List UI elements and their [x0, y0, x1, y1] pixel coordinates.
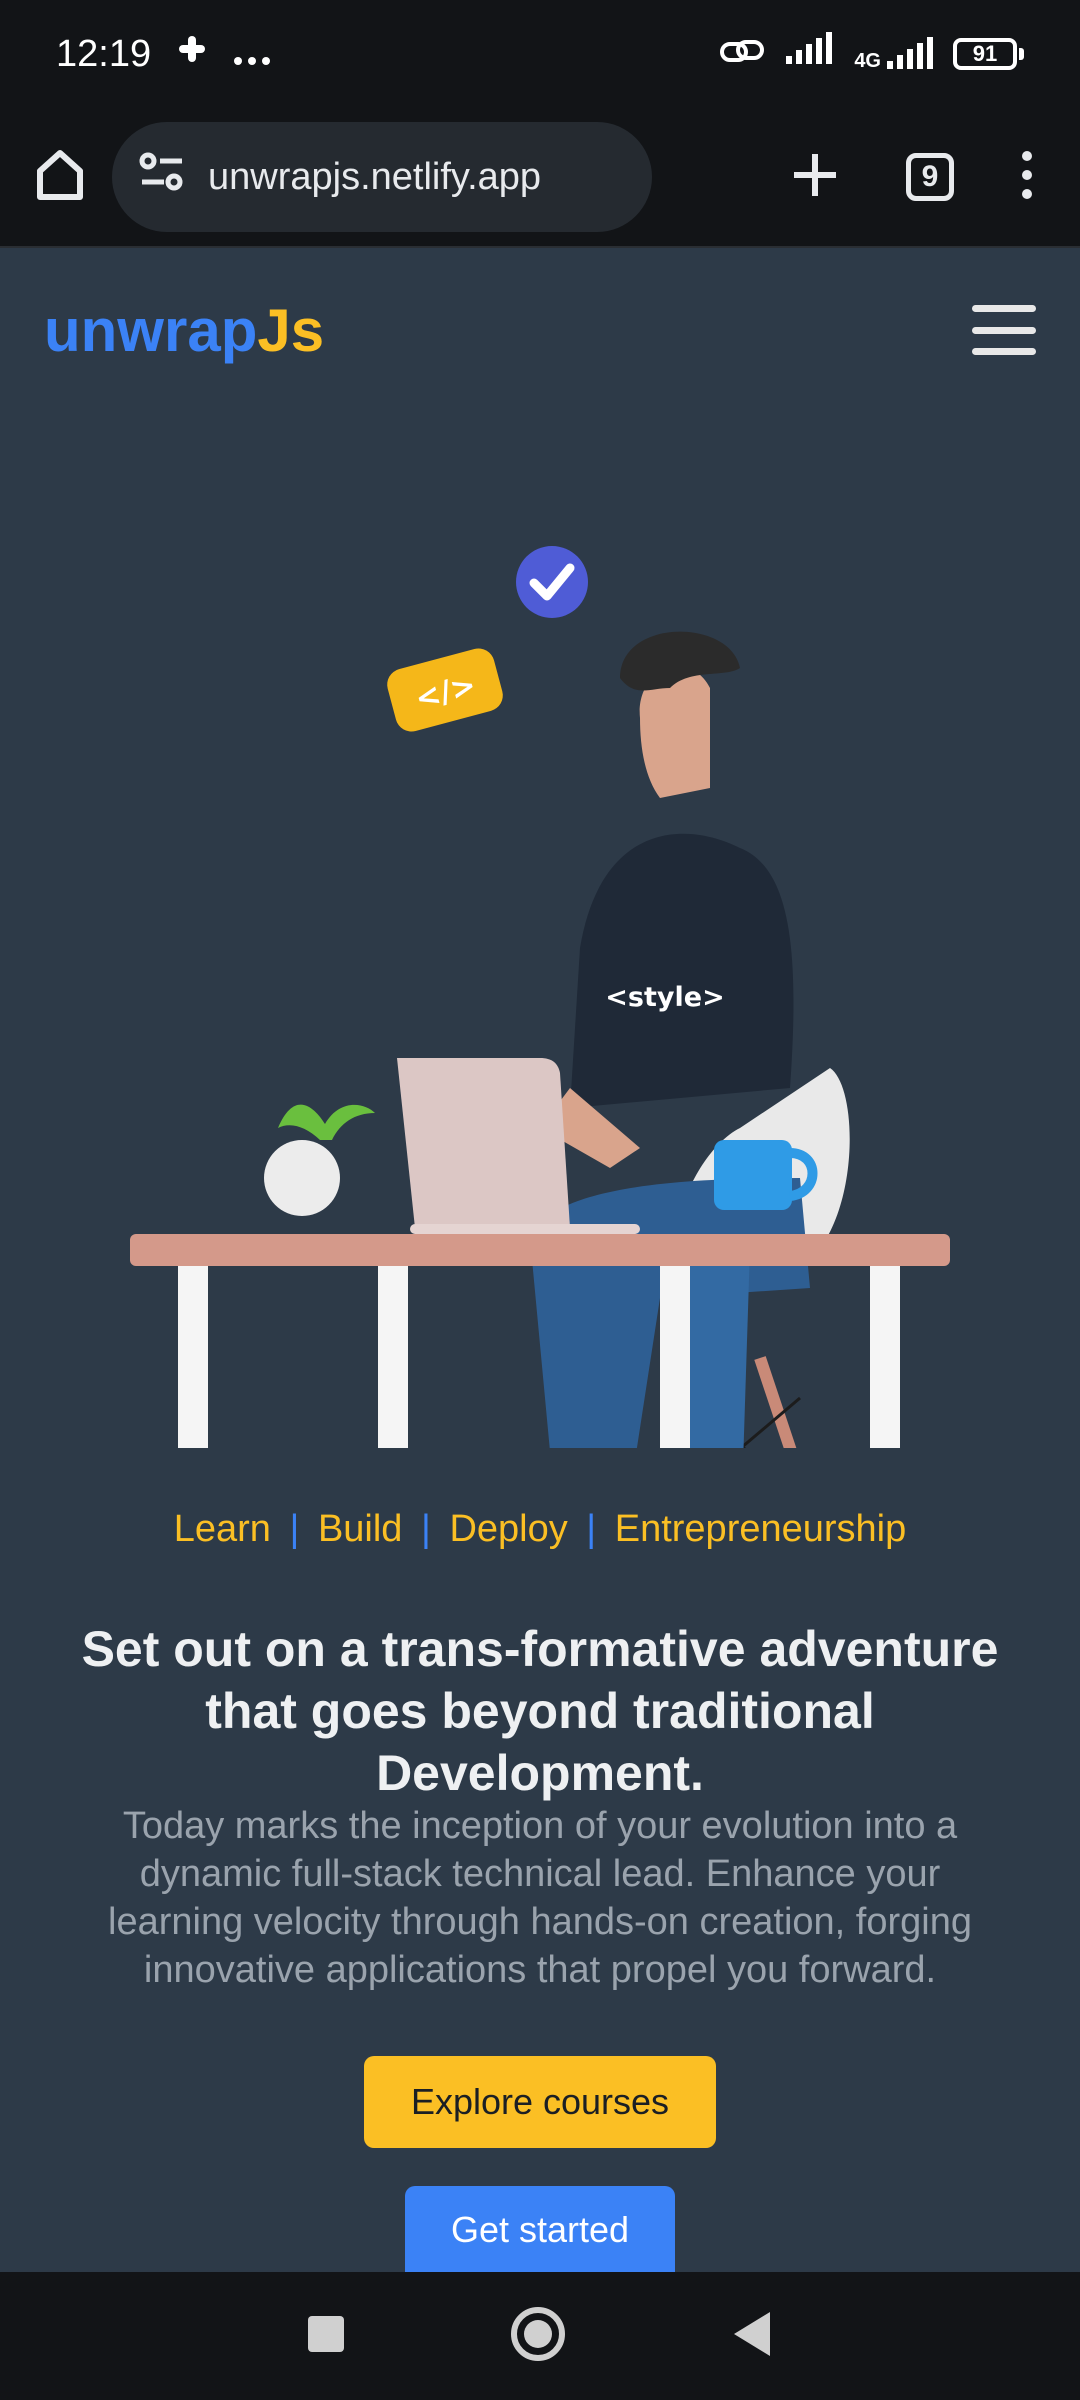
get-started-button[interactable]: Get started [405, 2186, 675, 2272]
address-bar[interactable]: unwrapjs.netlify.app [112, 122, 652, 232]
signal-icon [784, 32, 834, 76]
tag-separator: | [586, 1508, 597, 1550]
tag-build: Build [317, 1508, 403, 1550]
hero-description: Today marks the inception of your evolut… [108, 1805, 972, 1991]
explore-courses-button[interactable]: Explore courses [364, 2056, 716, 2148]
tag-separator: | [289, 1508, 300, 1550]
status-time: 12:19 [56, 32, 152, 75]
home-icon[interactable] [28, 143, 92, 212]
battery-level: 91 [972, 41, 998, 66]
tag-deploy: Deploy [449, 1508, 568, 1550]
home-button-icon[interactable] [510, 2306, 566, 2367]
url-text[interactable]: unwrapjs.netlify.app [208, 156, 541, 199]
network-type: 4G [854, 50, 881, 72]
web-page: unwrapJs </> <style> Learn | Build | Dep… [0, 248, 1080, 2272]
more-icon [233, 33, 271, 76]
site-logo[interactable]: unwrapJs [44, 296, 324, 365]
developer-illustration: </> <style> [130, 546, 950, 1448]
logo-js: Js [257, 296, 325, 364]
new-tab-icon[interactable] [790, 150, 840, 205]
status-bar: 12:19 4G 91 [0, 0, 1080, 108]
browser-toolbar: unwrapjs.netlify.app 9 [0, 108, 1080, 248]
logo-unwrap: unwrap [44, 296, 258, 364]
recent-apps-icon[interactable] [306, 2314, 346, 2359]
check-badge-icon [516, 546, 588, 618]
menu-icon[interactable] [1020, 150, 1034, 205]
tab-count-label: 9 [921, 160, 939, 193]
potted-plant [264, 1104, 375, 1216]
link-icon [720, 33, 765, 76]
system-navigation-bar [0, 2272, 1080, 2400]
hero-headline: Set out on a trans-formative adventure t… [81, 1621, 999, 1801]
tabs-icon[interactable]: 9 [906, 153, 954, 201]
site-settings-icon[interactable] [138, 151, 186, 203]
site-header: unwrapJs [0, 248, 1080, 412]
back-icon[interactable] [730, 2310, 774, 2363]
tag-separator: | [421, 1508, 431, 1550]
slack-icon [175, 32, 209, 76]
topic-tags: Learn | Build | Deploy | Entrepreneurshi… [0, 1508, 1080, 1551]
tag-entrepreneurship: Entrepreneurship [614, 1508, 907, 1550]
code-badge-icon: </> [387, 648, 503, 732]
hoodie-text: <style> [605, 982, 724, 1013]
4g-signal-icon: 4G [854, 37, 933, 71]
battery-icon: 91 [953, 38, 1024, 70]
tag-learn: Learn [173, 1508, 271, 1550]
hamburger-menu-icon[interactable] [972, 305, 1036, 355]
